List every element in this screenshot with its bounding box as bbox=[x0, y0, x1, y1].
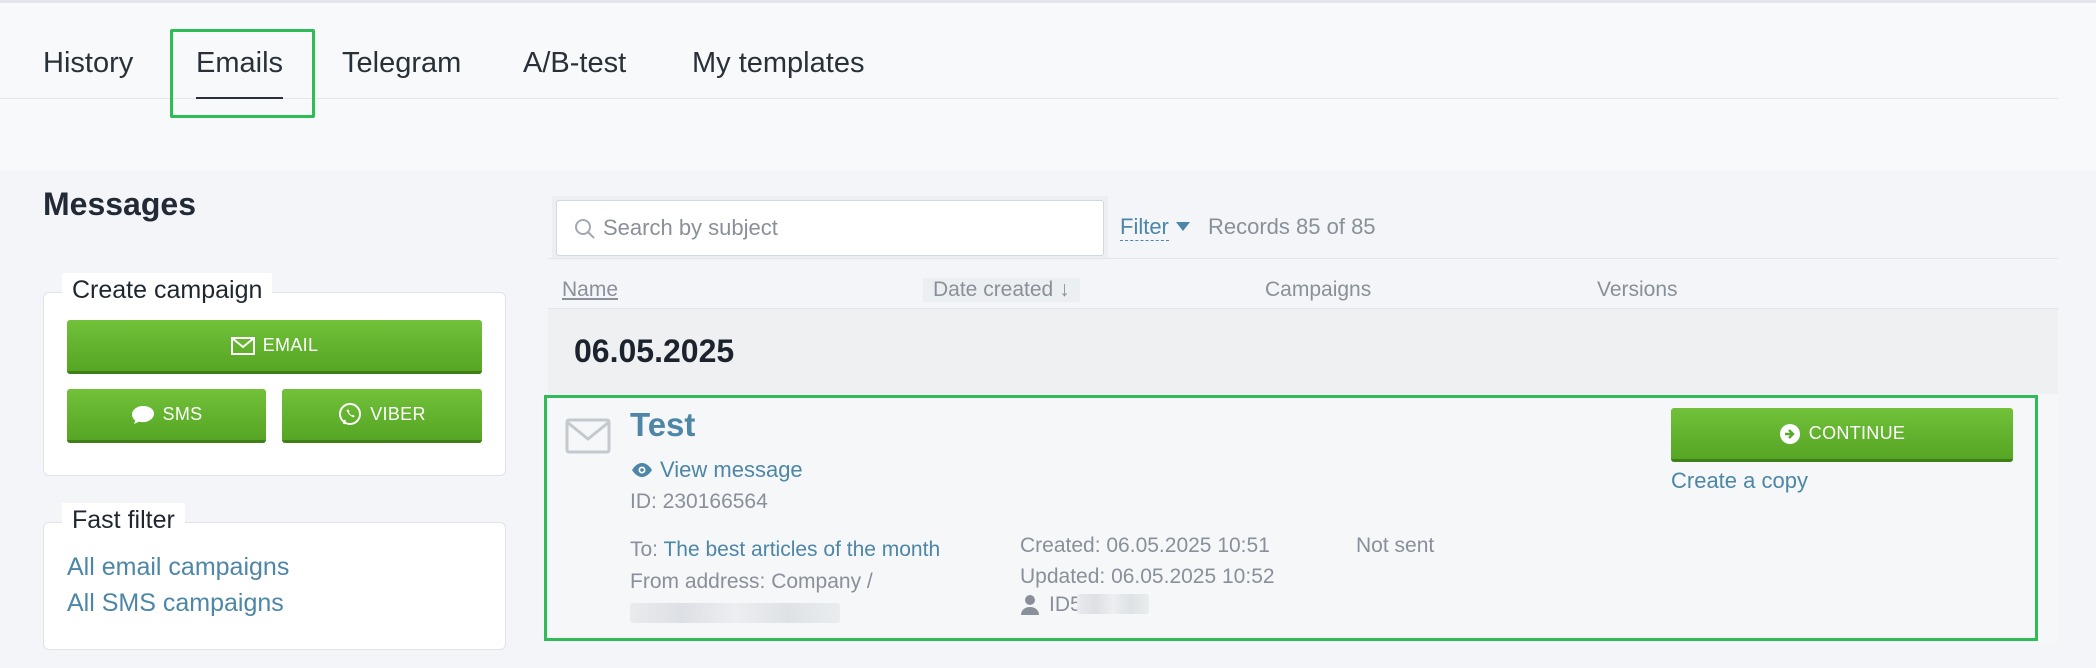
envelope-icon bbox=[565, 418, 611, 454]
created-date: Created: 06.05.2025 10:51 bbox=[1020, 534, 1270, 557]
search-container bbox=[552, 196, 1108, 260]
records-count: Records 85 of 85 bbox=[1208, 214, 1376, 239]
status-text: Not sent bbox=[1356, 534, 1435, 557]
redacted-author bbox=[1077, 594, 1149, 614]
continue-button[interactable]: CONTINUE bbox=[1671, 408, 2013, 462]
column-campaigns: Campaigns bbox=[1265, 278, 1372, 301]
create-copy-link[interactable]: Create a copy bbox=[1671, 468, 1808, 494]
recipient-line: To: The best articles of the month bbox=[630, 538, 940, 562]
create-viber-button[interactable]: VIBER bbox=[282, 389, 482, 443]
create-sms-button[interactable]: SMS bbox=[67, 389, 266, 443]
viber-icon bbox=[339, 402, 362, 425]
fast-filter-legend: Fast filter bbox=[62, 503, 185, 537]
create-sms-label: SMS bbox=[162, 404, 203, 424]
date-group-header: 06.05.2025 bbox=[548, 308, 2058, 394]
tab-ab-test[interactable]: A/B-test bbox=[523, 43, 626, 83]
date-group-label: 06.05.2025 bbox=[574, 333, 735, 369]
create-email-label: EMAIL bbox=[262, 335, 319, 355]
column-date-created[interactable]: Date created ↓ bbox=[923, 278, 1080, 302]
caret-down-icon[interactable] bbox=[1176, 222, 1190, 231]
view-message-label: View message bbox=[660, 457, 803, 482]
message-id: ID: 230166564 bbox=[630, 490, 768, 513]
top-area: History Emails Telegram A/B-test My temp… bbox=[0, 0, 2096, 170]
view-message-link[interactable]: View message bbox=[630, 457, 803, 483]
mail-icon bbox=[230, 336, 255, 355]
arrow-circle-right-icon bbox=[1779, 423, 1800, 444]
search-input[interactable] bbox=[556, 200, 1104, 256]
search-icon bbox=[575, 219, 595, 239]
fast-filter-email-campaigns[interactable]: All email campaigns bbox=[67, 553, 289, 582]
continue-label: CONTINUE bbox=[1808, 423, 1906, 443]
create-campaign-box: Create campaign EMAIL SMS VIBER bbox=[43, 273, 506, 476]
fast-filter-box: Fast filter All email campaigns All SMS … bbox=[43, 503, 506, 650]
message-title[interactable]: Test bbox=[630, 406, 695, 444]
user-icon bbox=[1021, 595, 1039, 615]
recipient-list-link[interactable]: The best articles of the month bbox=[663, 538, 940, 561]
tab-history[interactable]: History bbox=[43, 43, 133, 83]
page-title: Messages bbox=[43, 186, 196, 222]
column-name[interactable]: Name bbox=[562, 278, 618, 302]
tab-my-templates[interactable]: My templates bbox=[692, 43, 864, 83]
create-viber-label: VIBER bbox=[370, 404, 426, 424]
redacted-email bbox=[630, 603, 840, 623]
filter-dropdown[interactable]: Filter bbox=[1120, 214, 1169, 241]
updated-date: Updated: 06.05.2025 10:52 bbox=[1020, 565, 1275, 588]
tab-telegram[interactable]: Telegram bbox=[342, 43, 461, 83]
from-address: From address: Company / bbox=[630, 570, 873, 593]
table-header: Name Date created ↓ Campaigns Versions bbox=[548, 258, 2058, 308]
fast-filter-sms-campaigns[interactable]: All SMS campaigns bbox=[67, 589, 284, 618]
recipient-prefix: To: bbox=[630, 538, 659, 561]
create-email-button[interactable]: EMAIL bbox=[67, 320, 482, 374]
active-tab-highlight bbox=[170, 29, 315, 118]
eye-icon bbox=[632, 463, 652, 477]
create-campaign-legend: Create campaign bbox=[62, 273, 273, 307]
column-versions: Versions bbox=[1597, 278, 1678, 301]
chat-bubble-icon bbox=[131, 405, 154, 424]
